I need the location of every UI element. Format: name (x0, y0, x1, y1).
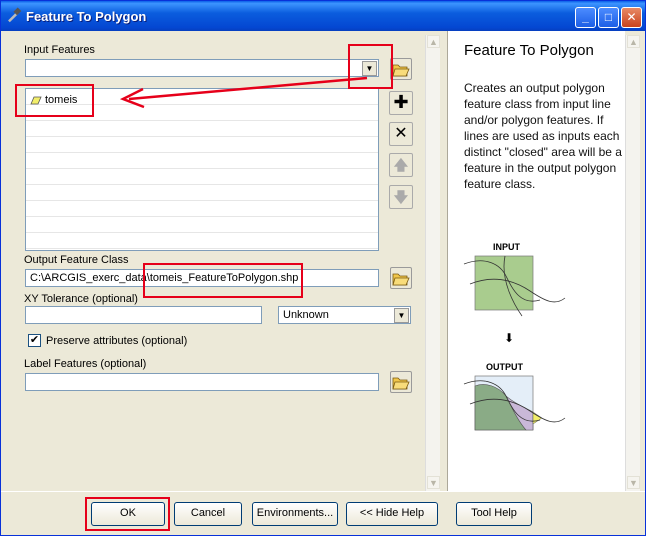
open-folder-icon (392, 64, 410, 77)
scroll-down-arrow[interactable]: ▼ (427, 476, 440, 489)
chevron-down-icon: ▼ (365, 64, 374, 73)
close-button[interactable]: ✕ (621, 7, 642, 28)
window-title: Feature To Polygon (26, 9, 147, 24)
scroll-up-arrow[interactable]: ▲ (427, 35, 440, 48)
units-dropdown[interactable]: ▼ (394, 308, 409, 323)
checkmark-icon: ✔ (29, 334, 40, 346)
title-bar[interactable]: Feature To Polygon _ □ ✕ (1, 1, 645, 31)
help-description: Creates an output polygon feature class … (464, 81, 622, 191)
maximize-button[interactable]: □ (598, 7, 619, 28)
polygon-feature-icon (30, 96, 42, 104)
label-features-label: Label Features (optional) (24, 358, 147, 370)
open-folder-icon (392, 273, 410, 286)
maximize-icon: □ (604, 10, 613, 24)
help-scroll-up-arrow[interactable]: ▲ (627, 35, 640, 48)
arrow-down-icon: 🡇 (393, 189, 409, 205)
preserve-attributes-checkbox[interactable]: ✔ (28, 334, 41, 347)
cancel-button[interactable]: Cancel (174, 502, 242, 526)
add-button[interactable]: ✚ (389, 91, 413, 115)
label-features-browse-button[interactable] (390, 371, 412, 393)
xy-tolerance-units-select[interactable]: Unknown (278, 306, 411, 324)
chevron-up-icon: ▲ (629, 37, 638, 47)
preserve-attributes-label: Preserve attributes (optional) (46, 335, 188, 347)
chevron-down-icon: ▼ (397, 311, 406, 320)
output-browse-button[interactable] (390, 267, 412, 289)
chevron-down-icon: ▼ (429, 478, 438, 488)
minimize-button[interactable]: _ (575, 7, 596, 28)
hide-help-button[interactable]: << Hide Help (346, 502, 438, 526)
move-down-button[interactable]: 🡇 (389, 185, 413, 209)
arrow-down-icon: ⬇ (504, 331, 514, 345)
parameters-scrollbar[interactable]: ▲ ▼ (425, 35, 440, 491)
label-features-field[interactable] (25, 373, 379, 391)
environments-button[interactable]: Environments... (252, 502, 338, 526)
input-features-label: Input Features (24, 44, 95, 56)
list-item[interactable]: tomeis (30, 94, 77, 106)
x-icon: ✕ (394, 125, 408, 142)
chevron-up-icon: ▲ (429, 37, 438, 47)
dialog-window: Feature To Polygon _ □ ✕ Input Features … (0, 0, 646, 536)
units-selected-value: Unknown (283, 309, 329, 321)
tool-help-button[interactable]: Tool Help (456, 502, 532, 526)
input-features-combo[interactable] (25, 59, 379, 77)
output-caption: OUTPUT (486, 362, 524, 372)
input-features-list[interactable]: tomeis (25, 88, 379, 251)
chevron-down-icon: ▼ (629, 478, 638, 488)
remove-button[interactable]: ✕ (389, 122, 413, 146)
close-icon: ✕ (626, 10, 637, 24)
help-scroll-down-arrow[interactable]: ▼ (627, 476, 640, 489)
button-bar: OK Cancel Environments... << Hide Help T… (1, 491, 645, 535)
input-features-dropdown[interactable]: ▼ (362, 61, 377, 76)
feature-to-polygon-diagram: INPUT ⬇ OUTPUT (463, 242, 566, 431)
list-item-label: tomeis (45, 94, 78, 106)
move-up-button[interactable]: 🡅 (389, 153, 413, 177)
plus-icon: ✚ (393, 92, 409, 112)
arrow-up-icon: 🡅 (393, 157, 409, 173)
output-feature-class-label: Output Feature Class (24, 254, 129, 266)
ok-button[interactable]: OK (91, 502, 165, 526)
input-features-browse-button[interactable] (390, 58, 412, 80)
help-panel: Feature To Polygon Creates an output pol… (447, 31, 625, 491)
output-feature-class-field[interactable]: C:\ARCGIS_exerc_data\tomeis_FeatureToPol… (25, 269, 379, 287)
input-caption: INPUT (493, 242, 521, 252)
xy-tolerance-field[interactable] (25, 306, 262, 324)
xy-tolerance-label: XY Tolerance (optional) (24, 293, 138, 305)
hammer-icon (8, 7, 22, 23)
minimize-icon: _ (582, 10, 589, 24)
open-folder-icon (392, 377, 410, 390)
help-scrollbar[interactable]: ▲ ▼ (625, 35, 640, 491)
help-title: Feature To Polygon (464, 42, 594, 59)
